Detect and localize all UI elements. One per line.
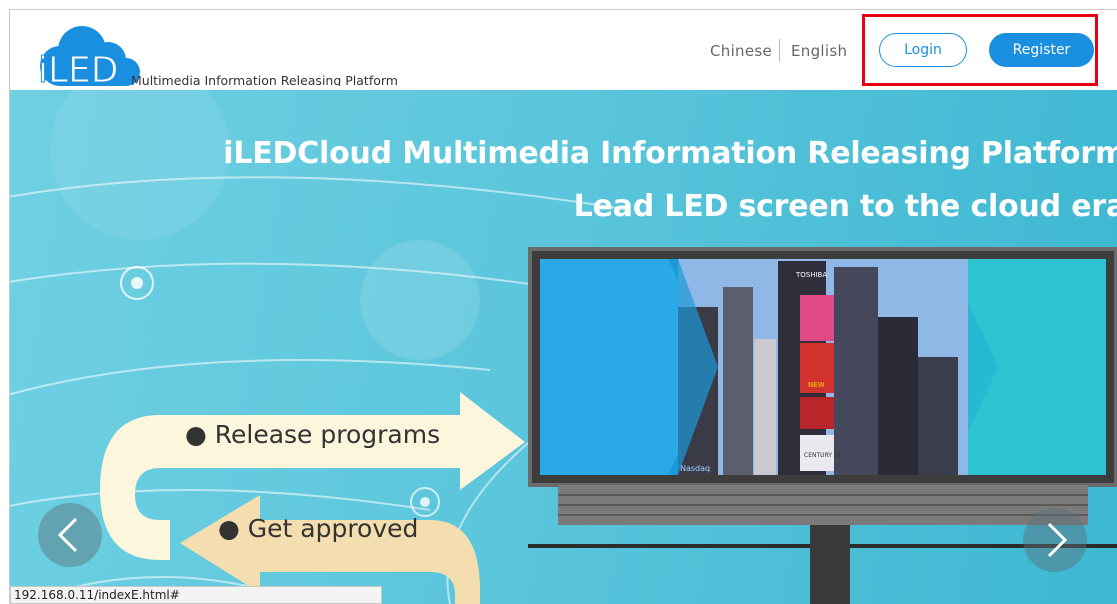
city-photo: TOSHIBA NEW CENTURY 21 Nasdaq bbox=[678, 259, 968, 475]
hero-title: iLEDCloud Multimedia Information Releasi… bbox=[223, 136, 1117, 171]
auth-highlight-box bbox=[862, 14, 1098, 86]
chevron-left-icon bbox=[57, 517, 78, 553]
browser-viewport: iLED Multimedia Information Releasing Pl… bbox=[9, 9, 1117, 604]
carousel-next-button[interactable] bbox=[1023, 508, 1087, 572]
logo-tagline: Multimedia Information Releasing Platfor… bbox=[131, 73, 398, 86]
chevron-right-icon bbox=[1047, 522, 1068, 558]
sign-nasdaq: Nasdaq bbox=[680, 464, 710, 473]
sign-century21: CENTURY 21 bbox=[804, 452, 842, 459]
logo-text: iLED bbox=[38, 50, 119, 86]
sign-toshiba: TOSHIBA bbox=[795, 271, 827, 279]
lang-chinese-link[interactable]: Chinese bbox=[710, 42, 772, 60]
site-header: iLED Multimedia Information Releasing Pl… bbox=[10, 10, 1117, 90]
sign-new: NEW bbox=[808, 381, 825, 389]
step-release-programs: ● Release programs bbox=[185, 420, 441, 449]
iled-logo[interactable]: iLED Multimedia Information Releasing Pl… bbox=[30, 16, 410, 86]
hero-subtitle: Lead LED screen to the cloud era bbox=[573, 189, 1117, 224]
hero-banner: iLEDCloud Multimedia Information Releasi… bbox=[10, 90, 1117, 604]
lang-english-link[interactable]: English bbox=[791, 42, 847, 60]
step-get-approved: ● Get approved bbox=[218, 514, 419, 543]
browser-status-bar: 192.168.0.11/indexE.html# bbox=[10, 586, 382, 604]
lang-divider bbox=[779, 39, 780, 62]
carousel-prev-button[interactable] bbox=[38, 503, 102, 567]
